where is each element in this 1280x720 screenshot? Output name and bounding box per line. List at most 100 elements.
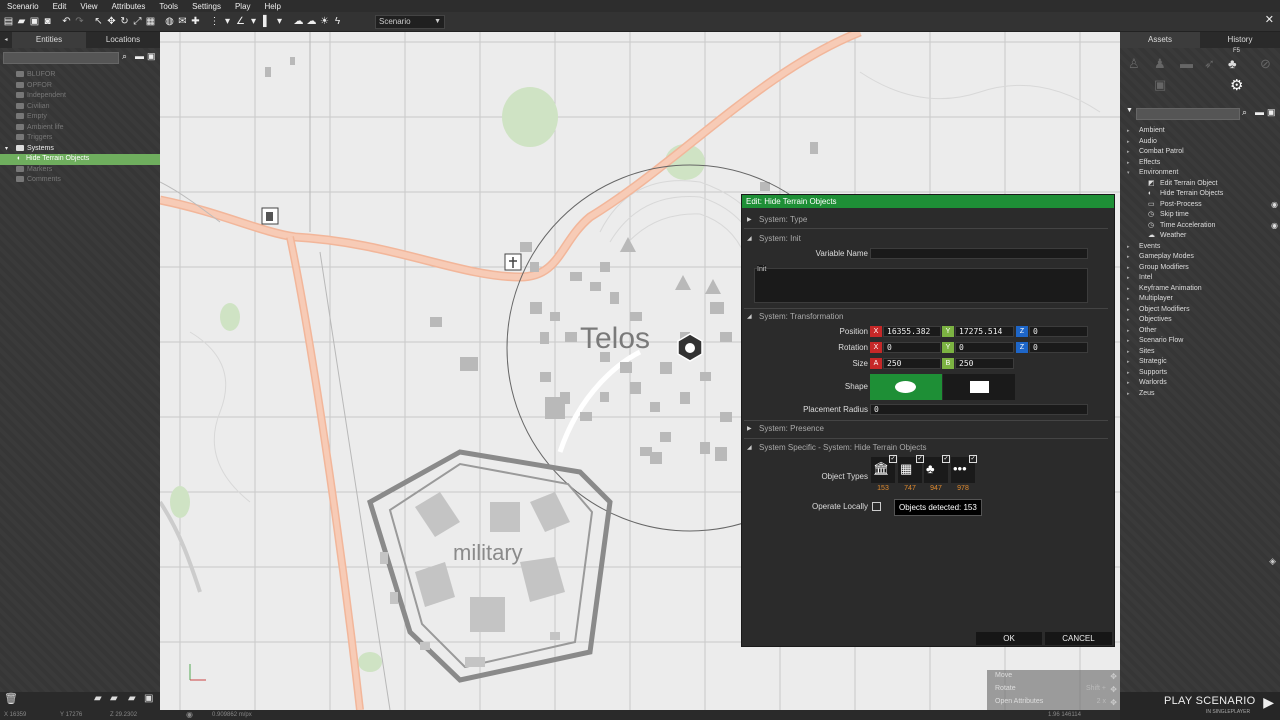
undo-icon[interactable]: ↶ bbox=[61, 16, 72, 27]
asset-item-environment[interactable]: ▾ Environment bbox=[1120, 168, 1280, 179]
vertical-icon[interactable]: ▌ bbox=[261, 16, 272, 27]
asset-item-supports[interactable]: ▸ Supports bbox=[1120, 368, 1280, 379]
object-type-buildings[interactable]: 🏛 ✓ bbox=[871, 455, 897, 483]
rotation-x-input[interactable]: 0 bbox=[883, 342, 941, 353]
cloud-icon[interactable]: ☁ bbox=[306, 16, 317, 27]
asset-item-post-process[interactable]: ▭ Post-Process ◉ bbox=[1120, 200, 1280, 211]
play-scenario-button[interactable]: PLAY SCENARIO bbox=[1164, 695, 1256, 707]
composition-icon[interactable]: ▣ bbox=[1154, 77, 1166, 93]
init-textarea[interactable]: Init bbox=[754, 265, 1088, 303]
mail-icon[interactable]: ✉ bbox=[177, 16, 188, 27]
globe-icon[interactable]: ◍ bbox=[164, 16, 175, 27]
asset-item-skip-time[interactable]: ◷ Skip time bbox=[1120, 210, 1280, 221]
asset-item-hide-terrain-objects[interactable]: ◐ Hide Terrain Objects bbox=[1120, 189, 1280, 200]
angle-icon[interactable]: ∠ bbox=[235, 16, 246, 27]
tree-item-opfor[interactable]: OPFOR bbox=[0, 81, 160, 92]
cancel-button[interactable]: CANCEL bbox=[1045, 632, 1112, 645]
position-x-input[interactable]: 16355.382 bbox=[883, 326, 941, 337]
size-b-input[interactable]: 250 bbox=[955, 358, 1014, 369]
asset-item-edit-terrain-object[interactable]: ◩ Edit Terrain Object bbox=[1120, 179, 1280, 190]
tree-item-triggers[interactable]: Triggers bbox=[0, 133, 160, 144]
trigger-icon[interactable]: ▬ bbox=[1180, 56, 1193, 71]
shape-ellipse-button[interactable] bbox=[870, 374, 942, 400]
widget-icon[interactable]: ▦ bbox=[145, 16, 156, 27]
ok-button[interactable]: OK bbox=[976, 632, 1042, 645]
sun-icon[interactable]: ☀ bbox=[319, 16, 330, 27]
asset-item-audio[interactable]: ▸ Audio bbox=[1120, 137, 1280, 148]
terrain-icon[interactable]: ☁ bbox=[293, 16, 304, 27]
tree-item-comments[interactable]: Comments bbox=[0, 175, 160, 186]
asset-item-warlords[interactable]: ▸ Warlords bbox=[1120, 378, 1280, 389]
asset-item-group-modifiers[interactable]: ▸ Group Modifiers bbox=[1120, 263, 1280, 274]
assets-search-input[interactable] bbox=[1136, 108, 1240, 120]
tab-history[interactable]: History bbox=[1200, 32, 1280, 48]
systems-gear-icon[interactable]: ⚙ bbox=[1230, 76, 1243, 94]
asset-item-keyframe-animation[interactable]: ▸ Keyframe Animation bbox=[1120, 284, 1280, 295]
close-icon[interactable]: ✕ bbox=[1265, 13, 1274, 26]
asset-item-other[interactable]: ▸ Other bbox=[1120, 326, 1280, 337]
tree-item-blufor[interactable]: BLUFOR bbox=[0, 70, 160, 81]
grid-menu-icon[interactable]: ▾ bbox=[222, 16, 233, 27]
other-checkbox[interactable]: ✓ bbox=[969, 455, 977, 463]
section-system-type[interactable]: ▶ System: Type bbox=[744, 214, 1108, 226]
menu-edit[interactable]: Edit bbox=[46, 2, 74, 11]
asset-item-gameplay-modes[interactable]: ▸ Gameplay Modes bbox=[1120, 252, 1280, 263]
asset-item-zeus[interactable]: ▸ Zeus bbox=[1120, 389, 1280, 400]
walls-checkbox[interactable]: ✓ bbox=[916, 455, 924, 463]
tab-locations[interactable]: Locations bbox=[86, 32, 160, 48]
photo-icon[interactable]: ▣ bbox=[144, 693, 153, 704]
variable-name-input[interactable] bbox=[870, 248, 1088, 259]
new-folder-icon[interactable]: ▰ bbox=[94, 693, 102, 704]
waypoint-icon[interactable]: ➶ bbox=[1204, 56, 1215, 72]
search-icon[interactable]: ⌕ bbox=[122, 51, 127, 62]
select-icon[interactable]: ↖ bbox=[93, 16, 104, 27]
menu-view[interactable]: View bbox=[73, 2, 104, 11]
tree-item-markers[interactable]: Markers bbox=[0, 165, 160, 176]
section-system-init[interactable]: ◢ System: Init bbox=[744, 233, 1108, 245]
asset-item-strategic[interactable]: ▸ Strategic bbox=[1120, 357, 1280, 368]
new-file-icon[interactable]: ▤ bbox=[3, 16, 14, 27]
asset-item-ambient[interactable]: ▸ Ambient bbox=[1120, 126, 1280, 137]
asset-item-sites[interactable]: ▸ Sites bbox=[1120, 347, 1280, 358]
buildings-checkbox[interactable]: ✓ bbox=[889, 455, 897, 463]
vegetation-checkbox[interactable]: ✓ bbox=[942, 455, 950, 463]
group-icon[interactable]: ♟ bbox=[1154, 56, 1166, 72]
asset-item-events[interactable]: ▸ Events bbox=[1120, 242, 1280, 253]
tree-item-civilian[interactable]: Civilian bbox=[0, 102, 160, 113]
angle-menu-icon[interactable]: ▾ bbox=[248, 16, 259, 27]
search-icon[interactable]: ⌕ bbox=[1242, 107, 1247, 118]
expand-all-icon[interactable]: ▣ bbox=[1267, 107, 1276, 118]
expand-arrow-icon[interactable]: ▾ bbox=[5, 144, 8, 155]
section-system-transformation[interactable]: ◢ System: Transformation bbox=[744, 311, 1108, 323]
open-folder-icon[interactable]: ▰ bbox=[16, 16, 27, 27]
menu-scenario[interactable]: Scenario bbox=[0, 2, 46, 11]
menu-attributes[interactable]: Attributes bbox=[105, 2, 153, 11]
save-as-icon[interactable]: ◙ bbox=[42, 16, 53, 27]
vertical-menu-icon[interactable]: ▾ bbox=[274, 16, 285, 27]
eye-icon[interactable]: ◉ bbox=[1271, 221, 1278, 232]
tree-item-systems[interactable]: ▾ Systems bbox=[0, 144, 160, 155]
redo-icon[interactable]: ↷ bbox=[74, 16, 85, 27]
tree-item-hide-terrain-objects[interactable]: ◐ Hide Terrain Objects bbox=[0, 154, 160, 165]
asset-item-effects[interactable]: ▸ Effects bbox=[1120, 158, 1280, 169]
rotation-z-input[interactable]: 0 bbox=[1029, 342, 1088, 353]
eye-icon[interactable]: ◉ bbox=[1271, 200, 1278, 211]
asset-item-scenario-flow[interactable]: ▸ Scenario Flow bbox=[1120, 336, 1280, 347]
section-system-presence[interactable]: ▶ System: Presence bbox=[744, 423, 1108, 435]
collapse-all-icon[interactable]: ▬ bbox=[1255, 107, 1264, 117]
entities-search-input[interactable] bbox=[3, 52, 119, 64]
layer-folder-icon[interactable]: ▰ bbox=[128, 693, 136, 704]
asset-item-time-acceleration[interactable]: ◷ Time Acceleration ◉ bbox=[1120, 221, 1280, 232]
shape-rectangle-button[interactable] bbox=[943, 374, 1015, 400]
object-type-vegetation[interactable]: ♣ ✓ bbox=[924, 455, 950, 483]
save-icon[interactable]: ▣ bbox=[29, 16, 40, 27]
object-type-other[interactable]: ••• ✓ bbox=[951, 455, 977, 483]
position-y-input[interactable]: 17275.514 bbox=[955, 326, 1014, 337]
rotation-y-input[interactable]: 0 bbox=[955, 342, 1014, 353]
rotate-icon[interactable]: ↻ bbox=[119, 16, 130, 27]
menu-settings[interactable]: Settings bbox=[185, 2, 228, 11]
soldier-icon[interactable]: ♙ bbox=[1128, 56, 1140, 72]
menu-tools[interactable]: Tools bbox=[152, 2, 185, 11]
grid-icon[interactable]: ⋮ bbox=[209, 16, 220, 27]
operate-locally-checkbox[interactable] bbox=[872, 502, 881, 511]
